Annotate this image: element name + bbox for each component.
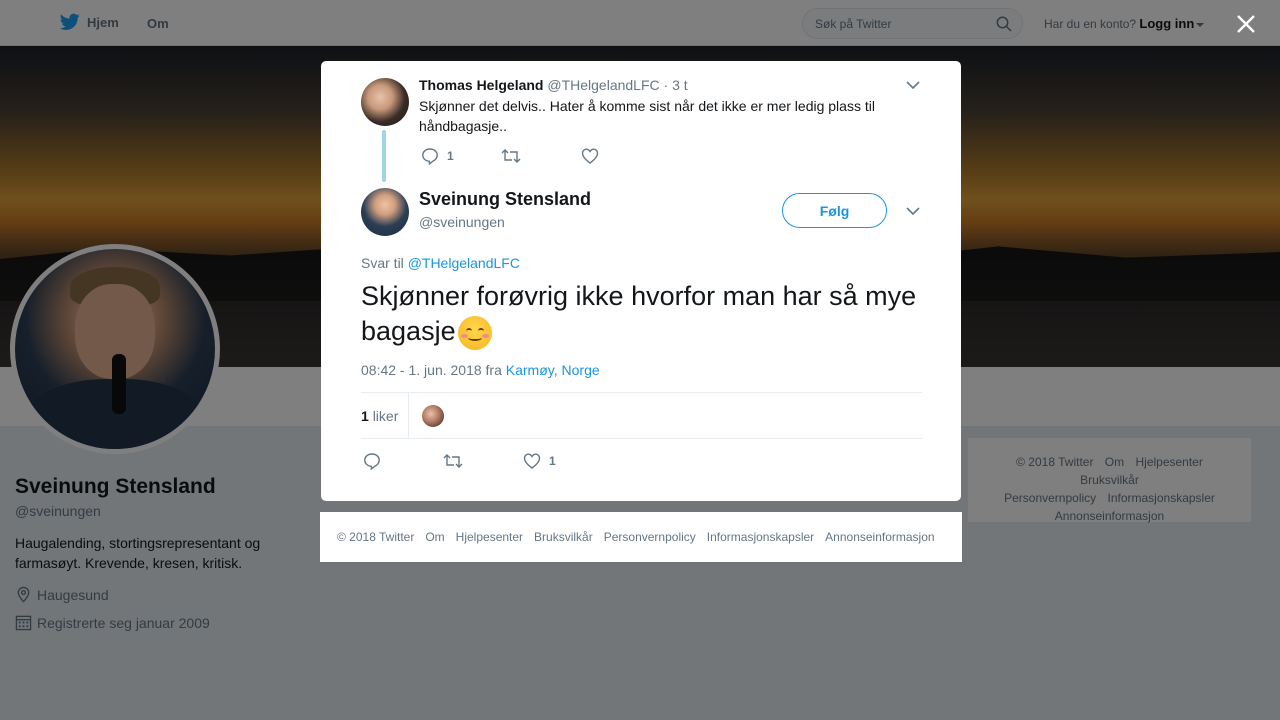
chevron-down-icon[interactable]	[906, 206, 920, 216]
parent-author-avatar[interactable]	[361, 78, 409, 126]
parent-tweet-time[interactable]: · 3 t	[664, 77, 688, 93]
smiling-blush-emoji-icon	[457, 315, 492, 350]
retweet-icon	[501, 149, 521, 163]
liker-avatar[interactable]	[422, 405, 444, 427]
tweet-text: Skjønner forøvrig ikke hvorfor man har s…	[361, 279, 921, 350]
heart-icon	[523, 453, 541, 469]
reply-to-link[interactable]: @THelgelandLFC	[408, 255, 520, 271]
tweet-timestamp: 08:42 - 1. jun. 2018 fra Karmøy, Norge	[361, 362, 600, 378]
modal-footer: © 2018 Twitter Om Hjelpesenter Bruksvilk…	[320, 512, 962, 562]
tweet-modal: Thomas Helgeland @THelgelandLFC · 3 t Sk…	[321, 61, 961, 501]
reply-icon	[422, 148, 438, 165]
timestamp-text: 08:42 - 1. jun. 2018 fra	[361, 362, 502, 378]
footer-copyright: © 2018 Twitter	[337, 530, 415, 544]
tweet-location-link[interactable]: Karmøy, Norge	[506, 362, 600, 378]
stats-divider	[408, 393, 409, 439]
retweet-button[interactable]	[443, 453, 523, 469]
main-author-name[interactable]: Sveinung Stensland	[419, 189, 591, 210]
parent-author-handle[interactable]: @THelgelandLFC	[547, 77, 659, 93]
tweet-text-body: Skjønner forøvrig ikke hvorfor man har s…	[361, 281, 917, 346]
footer-link-ads[interactable]: Annonseinformasjon	[825, 530, 934, 544]
chevron-down-icon[interactable]	[906, 80, 920, 90]
parent-author-name[interactable]: Thomas Helgeland	[419, 77, 543, 93]
reply-icon	[364, 453, 380, 470]
parent-tweet-actions: 1	[421, 147, 607, 165]
close-icon[interactable]	[1234, 12, 1258, 36]
reply-button[interactable]: 1	[421, 147, 501, 165]
retweet-icon	[443, 454, 463, 468]
like-button[interactable]: 1	[523, 453, 556, 469]
main-tweet-actions: 1	[363, 452, 556, 470]
like-count: 1	[361, 408, 369, 424]
like-button[interactable]	[581, 148, 607, 164]
reply-button[interactable]	[363, 452, 443, 470]
thread-line	[382, 130, 386, 182]
footer-link-help[interactable]: Hjelpesenter	[456, 530, 523, 544]
footer-link-about[interactable]: Om	[425, 530, 444, 544]
heart-icon	[581, 148, 599, 164]
reply-count: 1	[447, 149, 454, 163]
main-author-avatar[interactable]	[361, 188, 409, 236]
likes-label: liker	[372, 408, 399, 424]
footer-link-cookies[interactable]: Informasjonskapsler	[707, 530, 814, 544]
parent-tweet-header: Thomas Helgeland @THelgelandLFC · 3 t	[419, 77, 688, 93]
likes-stat[interactable]: 1 liker	[361, 408, 398, 424]
main-author-handle[interactable]: @sveinungen	[419, 214, 505, 230]
reply-to-line: Svar til @THelgelandLFC	[361, 255, 520, 271]
follow-button[interactable]: Følg	[782, 193, 887, 228]
reply-prefix: Svar til	[361, 255, 404, 271]
footer-link-privacy[interactable]: Personvernpolicy	[604, 530, 696, 544]
footer-like-count: 1	[549, 454, 556, 468]
tweet-stats: 1 liker	[361, 392, 922, 439]
footer-link-terms[interactable]: Bruksvilkår	[534, 530, 593, 544]
parent-tweet-text: Skjønner det delvis.. Hater å komme sist…	[419, 98, 875, 134]
retweet-button[interactable]	[501, 148, 581, 164]
